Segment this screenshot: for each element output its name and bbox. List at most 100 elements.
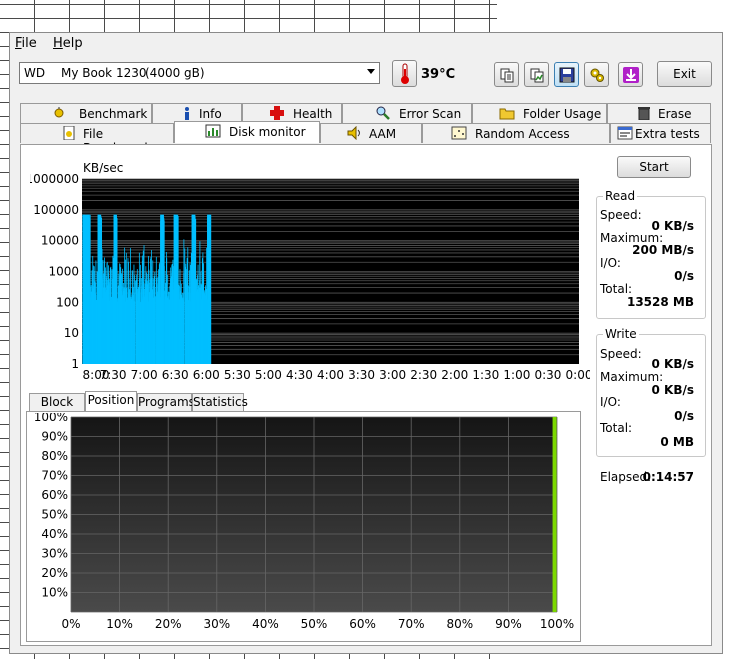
tab-error-scan-label: Error Scan: [399, 107, 462, 121]
hd-tune-window: File Help WD My Book 1230 (4000 gB) 39°C: [9, 32, 723, 654]
tab-extra-tests[interactable]: Extra tests: [610, 123, 711, 143]
read-title: Read: [603, 189, 638, 203]
subtab-statistics[interactable]: Statistics: [192, 393, 248, 411]
file-benchmark-icon: [63, 126, 75, 140]
download-icon: [622, 66, 639, 83]
tab-erase[interactable]: Erase: [607, 103, 711, 123]
x-tick-label: 20%: [155, 617, 182, 631]
y-tick-label: 80%: [41, 449, 68, 463]
x-tick-label: 30%: [203, 617, 230, 631]
x-tick-label: 3:00: [379, 368, 406, 382]
folder-icon: [499, 108, 515, 120]
x-tick-label: 2:00: [441, 368, 468, 382]
erase-icon: [638, 107, 650, 120]
throughput-bar: [134, 301, 136, 364]
y-tick-label: 1: [71, 357, 79, 371]
subtab-position[interactable]: Position: [85, 391, 137, 411]
write-max-label: Maximum:: [600, 370, 664, 384]
y-tick-label: 70%: [41, 469, 68, 483]
menu-file[interactable]: File: [15, 36, 37, 51]
subtab-block-size[interactable]: Block size: [29, 393, 85, 426]
x-tick-label: 60%: [349, 617, 376, 631]
burst-bar: [191, 214, 196, 364]
y-tick-label: 60%: [41, 488, 68, 502]
x-tick-label: 4:30: [286, 368, 313, 382]
tab-info[interactable]: Info: [152, 103, 242, 123]
position-bar: [552, 417, 557, 612]
tab-folder-usage[interactable]: Folder Usage: [472, 103, 607, 123]
tab-health[interactable]: Health: [242, 103, 342, 123]
tab-benchmark[interactable]: Benchmark: [20, 103, 152, 123]
x-tick-label: 5:30: [224, 368, 251, 382]
x-tick-label: 7:30: [100, 368, 127, 382]
options-button[interactable]: [584, 62, 609, 87]
tab-extra-tests-label: Extra tests: [635, 127, 700, 141]
x-tick-label: 3:30: [348, 368, 375, 382]
x-tick-label: 90%: [495, 617, 522, 631]
save-button[interactable]: [554, 62, 579, 87]
elapsed-value: 0:14:57: [642, 470, 694, 484]
read-io-value: 0/s: [674, 269, 694, 283]
options-icon: [590, 68, 604, 82]
tab-file-benchmark[interactable]: File Benchmark: [20, 123, 174, 155]
tab-aam[interactable]: AAM: [320, 123, 422, 143]
temperature-value: 39°C: [421, 67, 456, 82]
tab-folder-usage-label: Folder Usage: [523, 107, 602, 121]
extra-tests-icon: [617, 126, 633, 140]
start-button[interactable]: Start: [617, 156, 691, 178]
menu-help-label: elp: [62, 36, 83, 51]
throughput-bar: [183, 239, 185, 364]
temperature-button[interactable]: [392, 60, 417, 87]
tab-error-scan[interactable]: Error Scan: [342, 103, 472, 123]
x-tick-label: 80%: [446, 617, 473, 631]
y-tick-label: 90%: [41, 430, 68, 444]
benchmark-icon: [54, 107, 64, 118]
drive-capacity: (4000 gB): [145, 66, 205, 80]
burst-bar: [160, 214, 164, 364]
x-tick-label: 0:00: [566, 368, 590, 382]
disk-monitor-icon: [205, 124, 221, 138]
menu-help-accelerator: H: [53, 36, 63, 51]
x-tick-label: 2:30: [410, 368, 437, 382]
burst-bar: [113, 214, 117, 364]
save-icon: [559, 67, 574, 82]
health-icon: [270, 106, 284, 120]
tab-erase-label: Erase: [658, 107, 692, 121]
position-chart: 100% 90% 80% 70% 60% 50% 40% 30% 20% 10% 0% 10% 20% 3…: [34, 413, 574, 631]
tab-info-label: Info: [199, 107, 222, 121]
drive-select[interactable]: WD My Book 1230 (4000 gB): [19, 62, 380, 84]
menu-file-label: ile: [21, 36, 37, 51]
y-tick-label: 20%: [41, 566, 68, 580]
y-tick-label: 30%: [41, 547, 68, 561]
x-tick-label: 0%: [61, 617, 80, 631]
tab-benchmark-label: Benchmark: [79, 107, 148, 121]
burst-bar: [82, 214, 90, 364]
menu-help[interactable]: Help: [53, 36, 83, 51]
throughput-bar: [154, 287, 156, 364]
copy-text-icon: [500, 68, 513, 82]
y-tick-label: 10%: [41, 586, 68, 600]
random-access-icon: [451, 126, 467, 140]
y-tick-label: 10000: [41, 234, 79, 248]
x-tick-label: 40%: [252, 617, 279, 631]
write-io-label: I/O:: [600, 395, 621, 409]
tab-disk-monitor-label: Disk monitor: [229, 125, 306, 139]
write-max-value: 0 KB/s: [651, 383, 695, 397]
tab-random-access[interactable]: Random Access: [422, 123, 610, 143]
tab-disk-monitor[interactable]: Disk monitor: [174, 121, 320, 143]
download-button[interactable]: [618, 62, 643, 87]
exit-button[interactable]: Exit: [657, 61, 712, 87]
throughput-bar: [135, 280, 136, 364]
copy-image-icon: [530, 68, 543, 82]
subtab-programs[interactable]: Programs: [137, 393, 195, 411]
write-total-value: 0 MB: [660, 435, 694, 449]
y-tick-label: 1000: [48, 265, 79, 279]
copy-image-button[interactable]: [524, 62, 549, 87]
y-tick-label: 1000000: [30, 173, 79, 186]
read-max-value: 200 MB/s: [632, 243, 694, 257]
tab-aam-label: AAM: [369, 127, 397, 141]
write-title: Write: [603, 327, 639, 341]
y-tick-label: 100%: [34, 413, 68, 424]
copy-text-button[interactable]: [494, 62, 519, 87]
write-total-label: Total:: [600, 421, 633, 435]
